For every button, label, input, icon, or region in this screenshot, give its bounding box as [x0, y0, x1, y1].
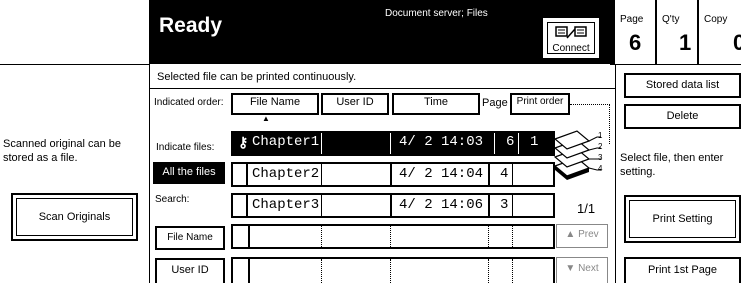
sort-time-label: Time: [423, 96, 449, 108]
message-text: Selected file can be printed continuousl…: [157, 71, 357, 83]
table-row[interactable]: [231, 257, 555, 283]
cell-divider: [390, 164, 392, 185]
connect-button[interactable]: Connect: [542, 17, 600, 59]
search-file-name-label: File Name: [167, 232, 213, 243]
sort-file-name-label: File Name: [249, 96, 301, 108]
cell-divider: [512, 195, 513, 216]
cell-divider: [512, 164, 513, 185]
file-pages-cell: 4: [500, 166, 509, 182]
right-divider: [615, 65, 616, 283]
sort-user-id-label: User ID: [336, 96, 374, 108]
prev-button[interactable]: ▲ Prev: [556, 224, 608, 248]
print-first-page-label: Print 1st Page: [647, 264, 718, 276]
indicate-files-label: Indicate files:: [156, 142, 215, 153]
indicated-order-label: Indicated order:: [154, 97, 224, 108]
print-setting-button[interactable]: Print Setting: [624, 195, 741, 243]
stack-label: 4: [598, 164, 603, 173]
all-files-button[interactable]: All the files: [153, 162, 225, 184]
all-files-label: All the files: [162, 166, 216, 178]
search-label: Search:: [155, 194, 190, 205]
table-row[interactable]: [231, 224, 555, 249]
cell-divider: [488, 226, 489, 247]
file-pages-cell: 6: [506, 134, 515, 150]
page-counter: Page 6: [614, 0, 656, 65]
sort-by-print-order-button[interactable]: Print order: [510, 93, 570, 115]
key-icon: ⚷: [238, 134, 249, 150]
cell-divider: [518, 133, 519, 154]
cell-divider: [321, 259, 322, 283]
qty-counter-value: 1: [679, 30, 692, 55]
divider: [0, 64, 150, 65]
file-pages-cell: 3: [500, 197, 509, 213]
cell-divider: [494, 133, 495, 154]
cell-divider: [390, 133, 391, 154]
file-time-cell: 4/ 2 14:04: [399, 166, 484, 182]
connect-icon: [555, 26, 587, 39]
cell-divider: [512, 226, 513, 247]
print-setting-label: Print Setting: [652, 213, 713, 225]
delete-button[interactable]: Delete: [624, 104, 741, 129]
sort-by-file-name-button[interactable]: File Name: [231, 93, 319, 115]
cell-divider: [488, 164, 490, 185]
scan-info-text: Scanned original can be stored as a file…: [3, 138, 122, 164]
search-user-id-button[interactable]: User ID: [155, 258, 225, 283]
down-arrow-icon: ▼: [565, 263, 576, 274]
dotted-guide: [570, 104, 610, 105]
cell-divider: [321, 133, 322, 154]
prev-label: Prev: [578, 229, 599, 240]
file-time-cell: 4/ 2 14:06: [399, 197, 484, 213]
search-file-name-button[interactable]: File Name: [155, 226, 225, 250]
scan-originals-button[interactable]: Scan Originals: [11, 193, 138, 241]
cell-divider: [248, 259, 250, 283]
delete-label: Delete: [666, 110, 699, 122]
page-counter-value: 6: [629, 30, 642, 55]
cell-divider: [390, 195, 392, 216]
instruction-text: Select file, then enter setting.: [620, 152, 724, 178]
print-first-page-button[interactable]: Print 1st Page: [624, 257, 741, 283]
page-counter-label: Page: [620, 14, 644, 25]
sort-indicator-icon: ▲: [262, 114, 270, 123]
next-button[interactable]: ▼ Next: [556, 257, 608, 283]
stack-label: 3: [598, 153, 603, 162]
search-user-id-label: User ID: [171, 264, 209, 276]
qty-counter: Q'ty 1: [656, 0, 698, 65]
cell-divider: [321, 195, 322, 216]
cell-divider: [390, 259, 391, 283]
stack-label: 1: [598, 131, 603, 140]
file-name-cell: Chapter2: [252, 166, 320, 182]
cell-divider: [488, 259, 489, 283]
copy-counter: Copy 0: [698, 0, 741, 65]
cell-divider: [248, 226, 250, 247]
cell-divider: [488, 195, 490, 216]
connect-label: Connect: [552, 43, 590, 54]
cell-divider: [512, 259, 513, 283]
next-label: Next: [578, 263, 599, 274]
page-position: 1/1: [577, 201, 596, 216]
file-name-cell: Chapter1: [252, 134, 320, 150]
copy-counter-label: Copy: [704, 14, 728, 25]
row-marker: [231, 193, 248, 218]
page-column-header: Page: [482, 97, 508, 109]
page-title: Ready: [159, 14, 223, 37]
sort-print-order-label: Print order: [516, 96, 564, 107]
scan-originals-label: Scan Originals: [38, 211, 111, 223]
stored-data-list-label: Stored data list: [645, 79, 720, 91]
up-arrow-icon: ▲: [565, 229, 576, 240]
file-time-cell: 4/ 2 14:03: [399, 134, 484, 150]
cell-divider: [390, 226, 391, 247]
stack-label: 2: [598, 142, 603, 151]
cell-divider: [321, 226, 322, 247]
row-marker: [231, 162, 248, 187]
file-name-cell: Chapter3: [252, 197, 320, 213]
sort-by-time-button[interactable]: Time: [392, 93, 480, 115]
file-order-cell: 1: [530, 134, 539, 150]
qty-counter-label: Q'ty: [662, 14, 680, 25]
stored-data-list-button[interactable]: Stored data list: [624, 73, 741, 98]
mode-label: Document server; Files: [385, 8, 488, 19]
copy-counter-value: 0: [733, 30, 741, 55]
message-bar: Selected file can be printed continuousl…: [150, 65, 615, 89]
cell-divider: [321, 164, 322, 185]
sort-by-user-id-button[interactable]: User ID: [321, 93, 389, 115]
